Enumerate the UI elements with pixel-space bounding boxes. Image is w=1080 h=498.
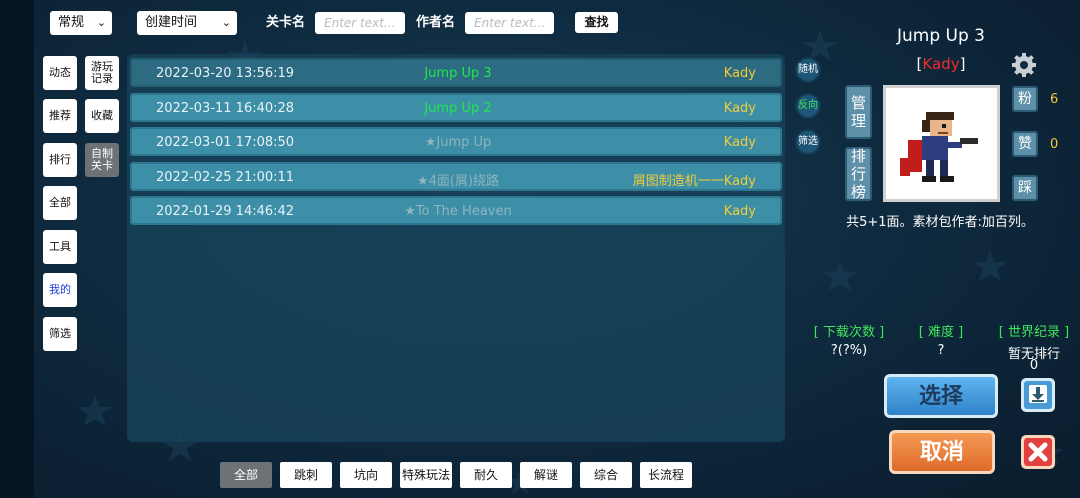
level-author: Kady (723, 101, 756, 116)
gear-icon[interactable] (1011, 52, 1037, 78)
author-name-label: 作者名 (416, 15, 456, 30)
fans-count: 6 (1050, 92, 1059, 107)
rank-button[interactable]: 排行榜 (845, 147, 872, 201)
mode-select-value: 常规 (58, 15, 85, 30)
author-name-placeholder: Enter text... (474, 16, 546, 30)
nav-filter[interactable]: 筛选 (43, 317, 77, 351)
level-date: 2022-03-11 16:40:28 (156, 101, 295, 116)
chevron-down-icon: ⌄ (221, 16, 231, 29)
nav-custom-levels-label: 自制 关卡 (91, 147, 113, 172)
difficulty-header: [ 难度 ] (918, 325, 964, 340)
filter-round-button[interactable]: 筛选 (795, 129, 821, 155)
like-button[interactable]: 赞 (1012, 131, 1038, 157)
level-name: ★To The Heaven (404, 204, 512, 219)
level-author: Kady (723, 135, 756, 150)
dislike-button[interactable]: 踩 (1012, 175, 1038, 201)
level-author-name[interactable]: Kady (922, 55, 959, 73)
downloads-header: [ 下载次数 ] (813, 325, 885, 340)
level-row[interactable]: 2022-03-01 17:08:50 ★Jump Up Kady (130, 127, 782, 156)
manage-button-label: 管理 (851, 94, 867, 130)
level-date: 2022-02-25 21:00:11 (156, 170, 295, 185)
nav-favorites[interactable]: 收藏 (85, 99, 119, 133)
filter-tab-endurance[interactable]: 耐久 (460, 462, 512, 488)
download-icon[interactable] (1020, 377, 1056, 413)
filter-tab-mixed[interactable]: 综合 (580, 462, 632, 488)
filter-tab-trap[interactable]: 坑向 (340, 462, 392, 488)
nav-ranking[interactable]: 排行 (43, 143, 77, 177)
cancel-button[interactable]: 取消 (889, 430, 995, 474)
close-icon[interactable] (1020, 434, 1056, 470)
level-row[interactable]: 2022-03-20 13:56:19 Jump Up 3 Kady (130, 58, 782, 87)
level-author: Kady (723, 204, 756, 219)
level-author: Kady (723, 66, 756, 81)
level-row[interactable]: 2022-01-29 14:46:42 ★To The Heaven Kady (130, 196, 782, 225)
nav-mine[interactable]: 我的 (43, 273, 77, 307)
nav-custom-levels[interactable]: 自制 关卡 (85, 143, 119, 177)
level-name-placeholder: Enter text... (324, 16, 396, 30)
filter-tab-long[interactable]: 长流程 (640, 462, 692, 488)
random-button[interactable]: 随机 (795, 57, 821, 83)
nav-recommend[interactable]: 推荐 (43, 99, 77, 133)
level-name: ★Jump Up (424, 135, 492, 150)
level-title: Jump Up 3 (897, 26, 985, 46)
manage-button[interactable]: 管理 (845, 85, 872, 139)
nav-tools[interactable]: 工具 (43, 230, 77, 264)
search-button[interactable]: 查找 (575, 12, 618, 33)
rank-button-label: 排行榜 (851, 147, 867, 201)
nav-all[interactable]: 全部 (43, 186, 77, 220)
fans-button[interactable]: 粉 (1012, 86, 1038, 112)
sort-select-value: 创建时间 (145, 15, 198, 30)
bracket-close: ] (959, 55, 966, 73)
character-sprite-icon (886, 88, 997, 199)
select-button[interactable]: 选择 (884, 374, 998, 418)
like-count: 0 (1050, 137, 1059, 152)
reverse-button[interactable]: 反向 (795, 93, 821, 119)
level-name: Jump Up 3 (424, 66, 492, 81)
level-name-label: 关卡名 (266, 15, 306, 30)
filter-tab-special[interactable]: 特殊玩法 (400, 462, 452, 488)
nav-play-history[interactable]: 游玩 记录 (85, 56, 119, 90)
filter-tab-spike[interactable]: 跳刺 (280, 462, 332, 488)
level-name-input[interactable]: Enter text... (315, 12, 405, 34)
level-row[interactable]: 2022-02-25 21:00:11 ★4面(屑)绕路 屑图制造机一一Kady (130, 162, 782, 191)
difficulty-value: ? (937, 343, 945, 358)
level-name: ★4面(屑)绕路 (416, 174, 500, 189)
level-date: 2022-01-29 14:46:42 (156, 204, 295, 219)
world-record-time: 0 (1029, 358, 1039, 373)
filter-tab-all[interactable]: 全部 (220, 462, 272, 488)
chevron-down-icon: ⌄ (96, 16, 106, 29)
author-name-input[interactable]: Enter text... (465, 12, 554, 34)
world-record-header: [ 世界纪录 ] (998, 325, 1070, 340)
level-author: 屑图制造机一一Kady (632, 174, 756, 189)
downloads-value: ?(?%) (830, 343, 868, 358)
sort-select[interactable]: 创建时间 ⌄ (137, 11, 237, 35)
level-description: 共5+1面。素材包作者:加百列。 (846, 215, 1034, 230)
level-row[interactable]: 2022-03-11 16:40:28 Jump Up 2 Kady (130, 93, 782, 122)
filter-tab-puzzle[interactable]: 解谜 (520, 462, 572, 488)
level-author-line: [Kady] (880, 55, 1002, 73)
level-date: 2022-03-01 17:08:50 (156, 135, 295, 150)
level-date: 2022-03-20 13:56:19 (156, 66, 295, 81)
nav-activity[interactable]: 动态 (43, 56, 77, 90)
nav-play-history-label: 游玩 记录 (91, 60, 113, 85)
nav-favorites-label: 收藏 (91, 109, 113, 122)
level-thumbnail (883, 85, 1000, 202)
mode-select[interactable]: 常规 ⌄ (50, 11, 112, 35)
level-name: Jump Up 2 (424, 101, 492, 116)
